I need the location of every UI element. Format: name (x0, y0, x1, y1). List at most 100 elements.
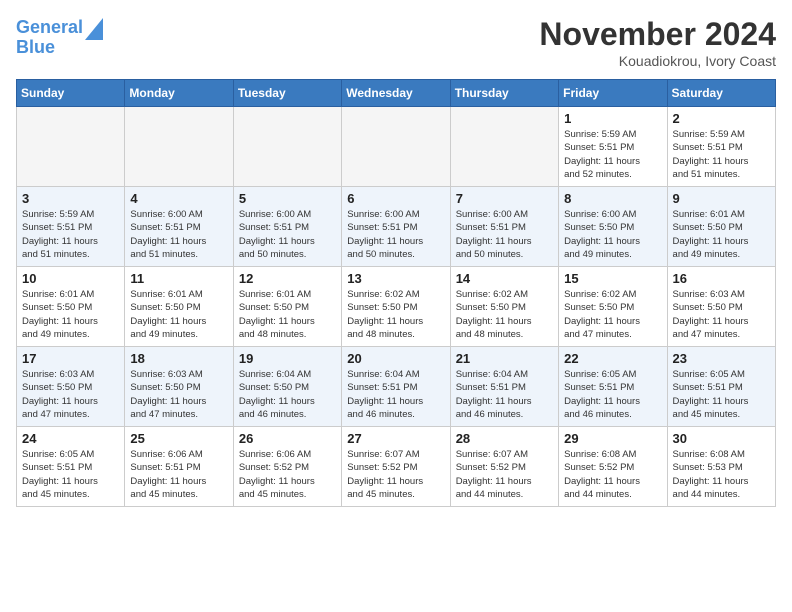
day-number: 14 (456, 271, 553, 286)
title-block: November 2024 Kouadiokrou, Ivory Coast (539, 16, 776, 69)
calendar-cell: 11 Sunrise: 6:01 AM Sunset: 5:50 PM Dayli… (125, 267, 233, 347)
day-info: Sunrise: 6:01 AM Sunset: 5:50 PM Dayligh… (22, 288, 119, 341)
day-info: Sunrise: 6:08 AM Sunset: 5:53 PM Dayligh… (673, 448, 770, 501)
weekday-header-friday: Friday (559, 80, 667, 107)
calendar-cell: 23 Sunrise: 6:05 AM Sunset: 5:51 PM Dayli… (667, 347, 775, 427)
calendar-cell: 6Sunrise: 6:00 AM Sunset: 5:51 PM Daylig… (342, 187, 450, 267)
logo: General Blue (16, 16, 103, 58)
day-info: Sunrise: 6:02 AM Sunset: 5:50 PM Dayligh… (347, 288, 444, 341)
day-info: Sunrise: 6:04 AM Sunset: 5:51 PM Dayligh… (456, 368, 553, 421)
calendar-cell: 17 Sunrise: 6:03 AM Sunset: 5:50 PM Dayli… (17, 347, 125, 427)
weekday-header-sunday: Sunday (17, 80, 125, 107)
day-info: Sunrise: 6:03 AM Sunset: 5:50 PM Dayligh… (673, 288, 770, 341)
calendar-cell (342, 107, 450, 187)
day-number: 11 (130, 271, 227, 286)
calendar-cell: 29 Sunrise: 6:08 AM Sunset: 5:52 PM Dayli… (559, 427, 667, 507)
weekday-header-saturday: Saturday (667, 80, 775, 107)
weekday-header-thursday: Thursday (450, 80, 558, 107)
day-info: Sunrise: 6:07 AM Sunset: 5:52 PM Dayligh… (347, 448, 444, 501)
calendar-cell: 14 Sunrise: 6:02 AM Sunset: 5:50 PM Dayli… (450, 267, 558, 347)
day-number: 7 (456, 191, 553, 206)
weekday-header-tuesday: Tuesday (233, 80, 341, 107)
day-info: Sunrise: 5:59 AM Sunset: 5:51 PM Dayligh… (564, 128, 661, 181)
calendar-cell (17, 107, 125, 187)
day-number: 8 (564, 191, 661, 206)
calendar-week-1: 3Sunrise: 5:59 AM Sunset: 5:51 PM Daylig… (17, 187, 776, 267)
calendar-cell (450, 107, 558, 187)
calendar-cell: 4Sunrise: 6:00 AM Sunset: 5:51 PM Daylig… (125, 187, 233, 267)
day-number: 29 (564, 431, 661, 446)
calendar-cell: 21 Sunrise: 6:04 AM Sunset: 5:51 PM Dayli… (450, 347, 558, 427)
calendar-week-4: 24 Sunrise: 6:05 AM Sunset: 5:51 PM Dayli… (17, 427, 776, 507)
calendar-cell (125, 107, 233, 187)
calendar-week-2: 10Sunrise: 6:01 AM Sunset: 5:50 PM Dayli… (17, 267, 776, 347)
day-number: 28 (456, 431, 553, 446)
month-title: November 2024 (539, 16, 776, 53)
weekday-header-monday: Monday (125, 80, 233, 107)
day-info: Sunrise: 6:05 AM Sunset: 5:51 PM Dayligh… (22, 448, 119, 501)
day-info: Sunrise: 6:04 AM Sunset: 5:50 PM Dayligh… (239, 368, 336, 421)
day-info: Sunrise: 6:03 AM Sunset: 5:50 PM Dayligh… (130, 368, 227, 421)
day-info: Sunrise: 6:05 AM Sunset: 5:51 PM Dayligh… (564, 368, 661, 421)
logo-text: General (16, 18, 83, 38)
calendar-week-3: 17 Sunrise: 6:03 AM Sunset: 5:50 PM Dayli… (17, 347, 776, 427)
day-number: 5 (239, 191, 336, 206)
calendar-cell: 16 Sunrise: 6:03 AM Sunset: 5:50 PM Dayli… (667, 267, 775, 347)
day-number: 24 (22, 431, 119, 446)
day-number: 27 (347, 431, 444, 446)
logo-blue: Blue (16, 38, 103, 58)
day-info: Sunrise: 5:59 AM Sunset: 5:51 PM Dayligh… (673, 128, 770, 181)
day-number: 23 (673, 351, 770, 366)
day-number: 20 (347, 351, 444, 366)
calendar-cell: 12Sunrise: 6:01 AM Sunset: 5:50 PM Dayli… (233, 267, 341, 347)
calendar-cell: 19 Sunrise: 6:04 AM Sunset: 5:50 PM Dayli… (233, 347, 341, 427)
calendar-cell: 10Sunrise: 6:01 AM Sunset: 5:50 PM Dayli… (17, 267, 125, 347)
calendar-cell: 20 Sunrise: 6:04 AM Sunset: 5:51 PM Dayli… (342, 347, 450, 427)
calendar-cell: 26 Sunrise: 6:06 AM Sunset: 5:52 PM Dayli… (233, 427, 341, 507)
day-info: Sunrise: 6:02 AM Sunset: 5:50 PM Dayligh… (456, 288, 553, 341)
day-info: Sunrise: 6:04 AM Sunset: 5:51 PM Dayligh… (347, 368, 444, 421)
day-info: Sunrise: 6:08 AM Sunset: 5:52 PM Dayligh… (564, 448, 661, 501)
day-number: 12 (239, 271, 336, 286)
calendar-cell: 25 Sunrise: 6:06 AM Sunset: 5:51 PM Dayli… (125, 427, 233, 507)
day-info: Sunrise: 6:06 AM Sunset: 5:51 PM Dayligh… (130, 448, 227, 501)
day-number: 25 (130, 431, 227, 446)
day-number: 2 (673, 111, 770, 126)
day-number: 30 (673, 431, 770, 446)
calendar-cell: 24 Sunrise: 6:05 AM Sunset: 5:51 PM Dayli… (17, 427, 125, 507)
day-number: 16 (673, 271, 770, 286)
calendar-cell: 8 Sunrise: 6:00 AM Sunset: 5:50 PM Daylig… (559, 187, 667, 267)
calendar-cell: 15 Sunrise: 6:02 AM Sunset: 5:50 PM Dayli… (559, 267, 667, 347)
day-number: 19 (239, 351, 336, 366)
day-info: Sunrise: 6:03 AM Sunset: 5:50 PM Dayligh… (22, 368, 119, 421)
day-info: Sunrise: 6:00 AM Sunset: 5:51 PM Dayligh… (347, 208, 444, 261)
calendar-cell (233, 107, 341, 187)
calendar-cell: 2 Sunrise: 5:59 AM Sunset: 5:51 PM Daylig… (667, 107, 775, 187)
day-number: 13 (347, 271, 444, 286)
calendar-cell: 22Sunrise: 6:05 AM Sunset: 5:51 PM Dayli… (559, 347, 667, 427)
day-info: Sunrise: 6:01 AM Sunset: 5:50 PM Dayligh… (130, 288, 227, 341)
day-info: Sunrise: 6:06 AM Sunset: 5:52 PM Dayligh… (239, 448, 336, 501)
day-info: Sunrise: 6:00 AM Sunset: 5:51 PM Dayligh… (456, 208, 553, 261)
day-number: 26 (239, 431, 336, 446)
location: Kouadiokrou, Ivory Coast (539, 53, 776, 69)
day-number: 15 (564, 271, 661, 286)
day-info: Sunrise: 6:02 AM Sunset: 5:50 PM Dayligh… (564, 288, 661, 341)
calendar-cell: 1Sunrise: 5:59 AM Sunset: 5:51 PM Daylig… (559, 107, 667, 187)
day-info: Sunrise: 5:59 AM Sunset: 5:51 PM Dayligh… (22, 208, 119, 261)
day-number: 17 (22, 351, 119, 366)
day-info: Sunrise: 6:00 AM Sunset: 5:50 PM Dayligh… (564, 208, 661, 261)
calendar-table: SundayMondayTuesdayWednesdayThursdayFrid… (16, 79, 776, 507)
day-number: 21 (456, 351, 553, 366)
calendar-cell: 3Sunrise: 5:59 AM Sunset: 5:51 PM Daylig… (17, 187, 125, 267)
day-info: Sunrise: 6:05 AM Sunset: 5:51 PM Dayligh… (673, 368, 770, 421)
calendar-cell: 5 Sunrise: 6:00 AM Sunset: 5:51 PM Daylig… (233, 187, 341, 267)
weekday-header-row: SundayMondayTuesdayWednesdayThursdayFrid… (17, 80, 776, 107)
weekday-header-wednesday: Wednesday (342, 80, 450, 107)
calendar-cell: 18 Sunrise: 6:03 AM Sunset: 5:50 PM Dayli… (125, 347, 233, 427)
day-info: Sunrise: 6:00 AM Sunset: 5:51 PM Dayligh… (239, 208, 336, 261)
day-info: Sunrise: 6:00 AM Sunset: 5:51 PM Dayligh… (130, 208, 227, 261)
day-number: 18 (130, 351, 227, 366)
day-info: Sunrise: 6:07 AM Sunset: 5:52 PM Dayligh… (456, 448, 553, 501)
calendar-cell: 7 Sunrise: 6:00 AM Sunset: 5:51 PM Daylig… (450, 187, 558, 267)
